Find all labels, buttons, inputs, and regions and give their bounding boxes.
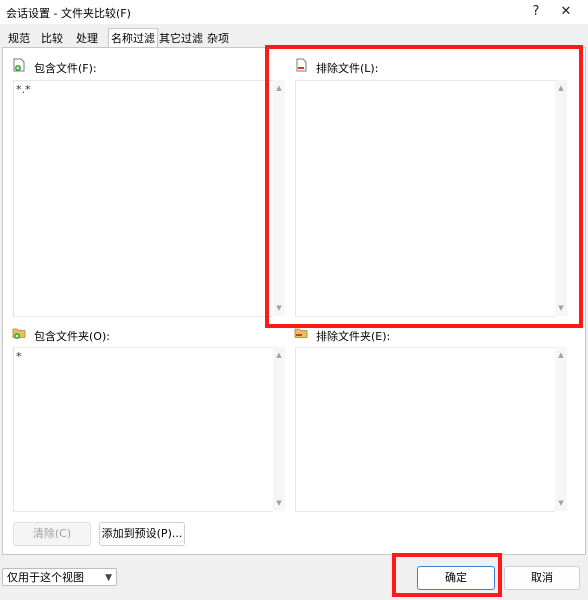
ok-button-highlight	[392, 553, 502, 597]
chevron-down-icon: ▼	[105, 573, 112, 583]
tab-handling[interactable]: 处理	[72, 31, 102, 47]
file-include-icon	[13, 58, 25, 72]
exclude-folders-list[interactable]	[295, 347, 555, 512]
scroll-up-icon[interactable]: ▲	[555, 349, 567, 361]
clear-button[interactable]: 清除(C)	[13, 522, 91, 546]
scroll-down-icon[interactable]: ▼	[555, 497, 567, 509]
tab-misc[interactable]: 杂项	[205, 31, 231, 47]
tab-compare[interactable]: 比较	[38, 31, 66, 47]
exclude-files-highlight	[265, 45, 583, 328]
close-button[interactable]: ✕	[552, 2, 580, 22]
cancel-button[interactable]: 取消	[504, 566, 580, 590]
include-folders-label: 包含文件夹(O):	[34, 330, 110, 343]
include-folders-list[interactable]: *	[13, 347, 273, 512]
window-title: 会话设置 - 文件夹比较(F)	[6, 7, 131, 20]
scroll-up-icon[interactable]: ▲	[273, 349, 285, 361]
include-folders-scrollbar[interactable]: ▲ ▼	[273, 347, 285, 511]
include-folders-value: *	[16, 350, 22, 363]
help-button[interactable]: ?	[522, 2, 550, 22]
tab-rules[interactable]: 规范	[5, 31, 33, 47]
tab-other-filters[interactable]: 其它过滤	[158, 31, 204, 47]
scope-select-value: 仅用于这个视图	[7, 571, 84, 584]
include-files-list[interactable]: *.*	[13, 80, 273, 317]
exclude-folders-label: 排除文件夹(E):	[316, 330, 391, 343]
scope-select[interactable]: 仅用于这个视图 ▼	[2, 568, 117, 586]
scroll-down-icon[interactable]: ▼	[273, 497, 285, 509]
tab-bar: 规范 比较 处理 名称过滤 其它过滤 杂项	[0, 28, 588, 48]
folder-include-icon	[12, 328, 26, 339]
folder-exclude-icon	[294, 328, 308, 338]
include-files-label: 包含文件(F):	[34, 62, 97, 75]
title-bar: 会话设置 - 文件夹比较(F) ? ✕	[0, 0, 588, 24]
include-files-value: *.*	[16, 83, 31, 96]
tab-name-filters[interactable]: 名称过滤	[108, 28, 158, 48]
exclude-folders-scrollbar[interactable]: ▲ ▼	[555, 347, 567, 511]
add-to-preset-button[interactable]: 添加到预设(P)...	[99, 522, 185, 546]
